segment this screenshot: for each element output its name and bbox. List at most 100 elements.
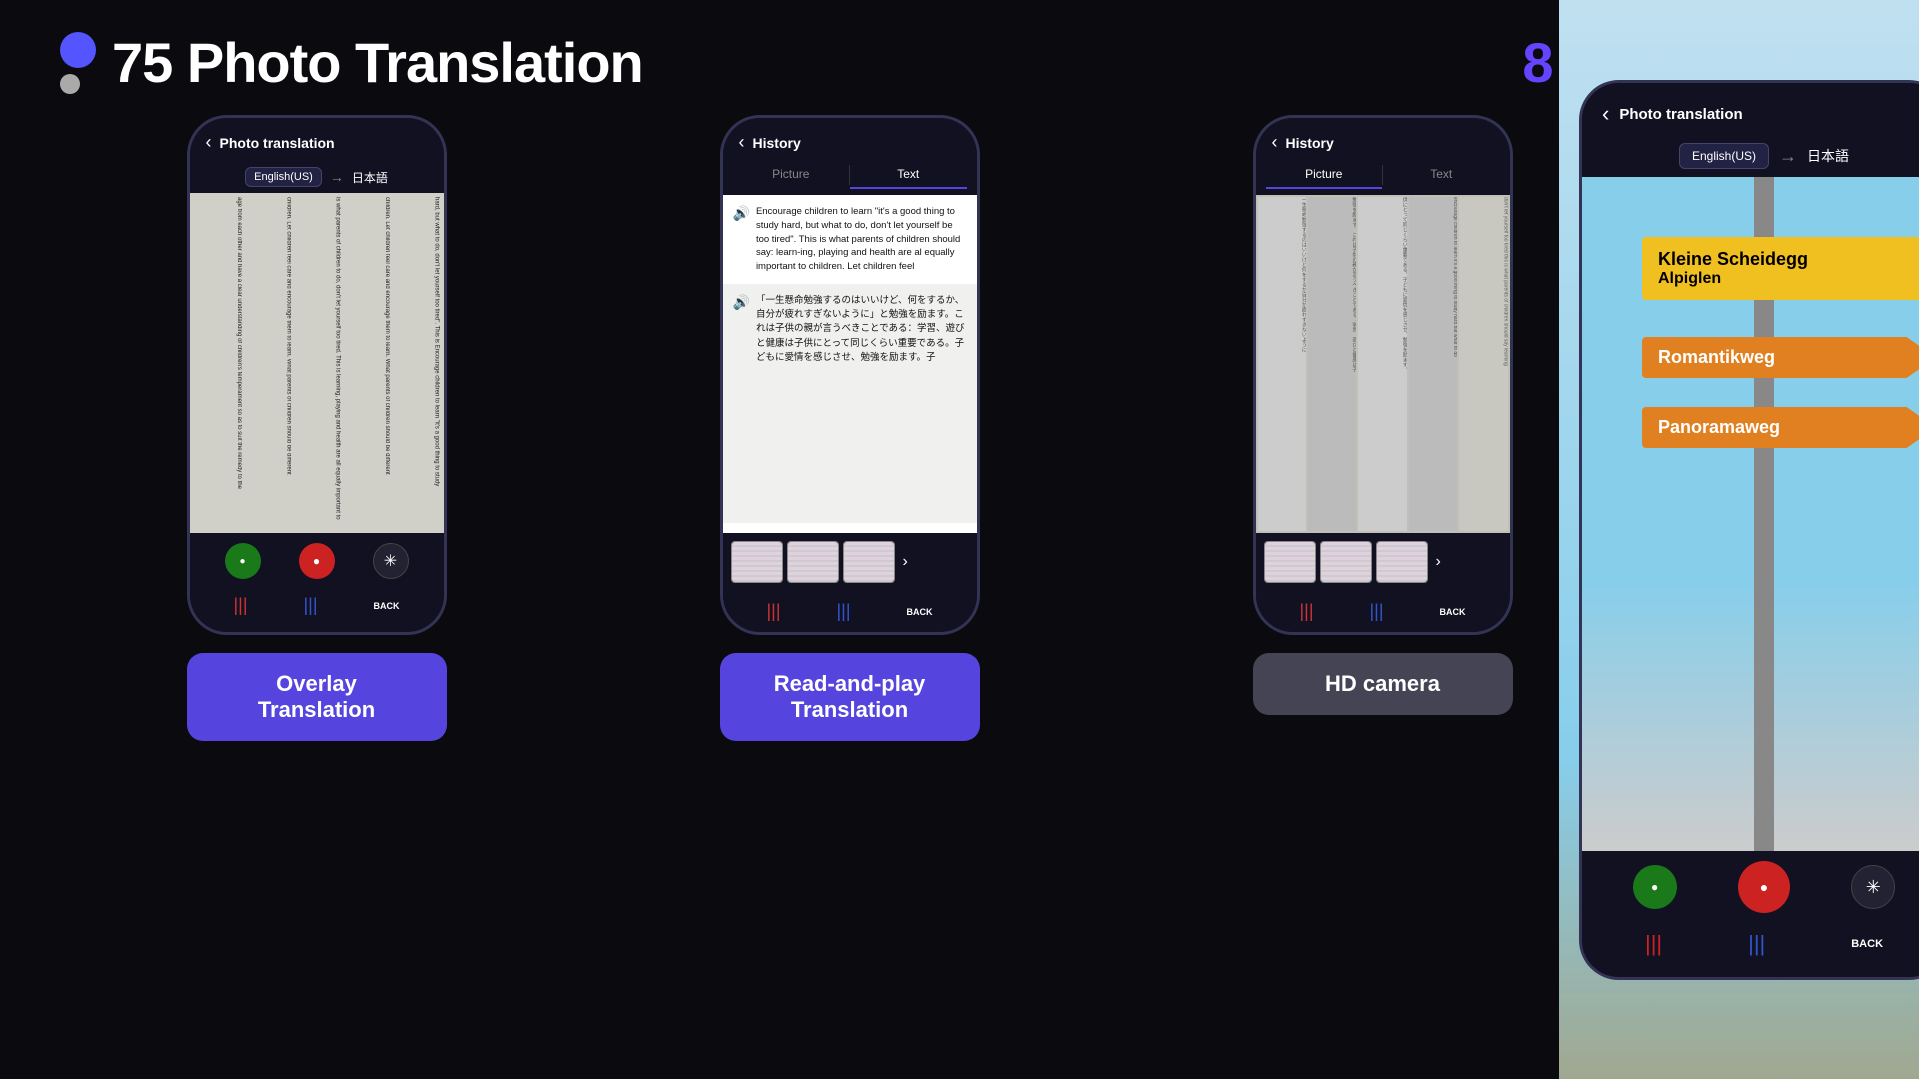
large-phone-bars1-icon[interactable]: |||: [1645, 931, 1662, 957]
phone2-text-content: 🔊 Encourage children to learn "it's a go…: [723, 195, 977, 533]
phone3-back-btn[interactable]: BACK: [1439, 607, 1465, 617]
sign-orange1-text: Romantikweg: [1658, 347, 1919, 368]
phone1-footer: ||| ||| BACK: [190, 589, 444, 632]
logo-icon: [60, 32, 96, 94]
phone3-title: History: [1286, 135, 1334, 151]
phone3-label-text: HD camera: [1325, 671, 1440, 696]
phone1-lang-to: 日本語: [352, 169, 388, 186]
phone2-controls: ||| ||| BACK: [723, 591, 977, 632]
phone1-label: OverlayTranslation: [187, 653, 447, 741]
phone3-back-arrow[interactable]: ‹: [1272, 132, 1278, 153]
sign-text-2: Alpiglen: [1658, 270, 1919, 288]
phone2-sound-icon[interactable]: 🔊: [733, 205, 750, 274]
sign-orange1: Romantikweg: [1642, 337, 1919, 378]
phone3-bars2-icon[interactable]: |||: [1369, 601, 1383, 622]
sign-background: Kleine Scheidegg Alpiglen Romantikweg Pa…: [1582, 177, 1919, 851]
large-phone-content: Kleine Scheidegg Alpiglen Romantikweg Pa…: [1582, 177, 1919, 851]
sign-yellow: Kleine Scheidegg Alpiglen: [1642, 237, 1919, 300]
phone2-label-text: Read-and-playTranslation: [774, 671, 926, 722]
large-phone-footer: ||| ||| BACK: [1582, 923, 1919, 977]
phone2-tabs: Picture Text: [723, 161, 977, 195]
large-phone-sparkle-btn[interactable]: ✳: [1851, 865, 1895, 909]
phone3-header: ‹ History: [1256, 118, 1510, 161]
large-phone: ‹ Photo translation English(US) → 日本語 Kl…: [1579, 80, 1919, 980]
phone3-thumb1[interactable]: [1264, 541, 1316, 583]
phone2-thumb1[interactable]: [731, 541, 783, 583]
phone3-tab-picture[interactable]: Picture: [1266, 161, 1383, 189]
phone2-title: History: [753, 135, 801, 151]
phone1-label-text: OverlayTranslation: [258, 671, 375, 722]
phone2-label: Read-and-playTranslation: [720, 653, 980, 741]
phone2-card: ‹ History Picture Text 🔊 Encourage child…: [593, 115, 1106, 1064]
phone2-thumb-strip: ›: [723, 533, 977, 591]
phone1-red-btn[interactable]: ●: [299, 543, 335, 579]
large-phone-controls: ● ● ✳: [1582, 851, 1919, 923]
phone1-bars2-icon[interactable]: |||: [303, 595, 317, 616]
large-phone-title: Photo translation: [1619, 106, 1742, 123]
phone3-columns: 一生懸命勉強するのはいいけど何をするか自分が疲れすぎないように 勉強を励ます。こ…: [1256, 195, 1510, 533]
sign-orange2: Panoramaweg: [1642, 407, 1919, 448]
phone1-lang-bar: English(US) → 日本語: [190, 161, 444, 193]
header-left: 75 Photo Translation: [60, 30, 643, 95]
phone1-bars1-icon[interactable]: |||: [233, 595, 247, 616]
phone2-thumb3[interactable]: [843, 541, 895, 583]
phone1-green-btn[interactable]: ●: [225, 543, 261, 579]
phone1-inner: ‹ Photo translation English(US) → 日本語 ag…: [190, 118, 444, 632]
phone3-thumb3[interactable]: [1376, 541, 1428, 583]
large-phone-green-btn[interactable]: ●: [1633, 865, 1677, 909]
phone3-wrapper: ‹ History Picture Text 一生懸命勉強するのはいいけど何をす…: [1253, 115, 1513, 635]
phone3-inner: ‹ History Picture Text 一生懸命勉強するのはいいけど何をす…: [1256, 118, 1510, 632]
large-phone-lang-to: 日本語: [1807, 146, 1849, 166]
phone2-back-arrow[interactable]: ‹: [739, 132, 745, 153]
large-phone-back-btn[interactable]: BACK: [1851, 938, 1883, 950]
sign-orange2-text: Panoramaweg: [1658, 417, 1919, 438]
phone1-controls: ● ● ✳: [190, 533, 444, 589]
phone2-sound-icon2[interactable]: 🔊: [733, 294, 750, 513]
phone2-thumb2[interactable]: [787, 541, 839, 583]
phone3-tabs: Picture Text: [1256, 161, 1510, 195]
phone1-title: Photo translation: [220, 135, 335, 151]
phone1-back-arrow[interactable]: ‹: [206, 132, 212, 153]
phone2-en-block: 🔊 Encourage children to learn "it's a go…: [723, 195, 977, 274]
large-phone-bars2-icon[interactable]: |||: [1748, 931, 1765, 957]
phone1-header: ‹ Photo translation: [190, 118, 444, 161]
right-section: ‹ Photo translation English(US) → 日本語 Kl…: [1559, 0, 1919, 1079]
phone2-tab-picture[interactable]: Picture: [733, 161, 850, 189]
phone3-label: HD camera: [1253, 653, 1513, 715]
phone2-tab-text[interactable]: Text: [850, 161, 967, 189]
phone1-lang-from[interactable]: English(US): [245, 167, 322, 187]
phone3-thumb2[interactable]: [1320, 541, 1372, 583]
dot-small: [60, 74, 80, 94]
phone2-header: ‹ History: [723, 118, 977, 161]
sparkle-icon: ✳: [384, 551, 397, 571]
phone2-bars1-icon[interactable]: |||: [766, 601, 780, 622]
phone2-thumb-arrow[interactable]: ›: [903, 553, 908, 571]
phone2-jp-block: 🔊 「一生懸命勉強するのはいいけど、何をするか、自分が疲れすぎないように」と勉強…: [723, 284, 977, 523]
phone3-thumb-arrow[interactable]: ›: [1436, 553, 1441, 571]
phone2-inner: ‹ History Picture Text 🔊 Encourage child…: [723, 118, 977, 632]
phone2-back-btn[interactable]: BACK: [906, 607, 932, 617]
large-phone-lang-arrow: →: [1779, 146, 1797, 167]
phone3-bars1-icon[interactable]: |||: [1299, 601, 1313, 622]
large-phone-lang-bar: English(US) → 日本語: [1582, 135, 1919, 177]
phone3-controls: ||| ||| BACK: [1256, 591, 1510, 632]
phone2-wrapper: ‹ History Picture Text 🔊 Encourage child…: [720, 115, 980, 635]
phone2-jp-text: 「一生懸命勉強するのはいいけど、何をするか、自分が疲れすぎないように」と勉強を励…: [756, 294, 967, 513]
phone1-content: age from each other and have a clear und…: [190, 193, 444, 533]
header-title: 75 Photo Translation: [112, 30, 643, 95]
phone2-en-text: Encourage children to learn "it's a good…: [756, 205, 967, 274]
phone3-content: 一生懸命勉強するのはいいけど何をするか自分が疲れすぎないように 勉強を励ます。こ…: [1256, 195, 1510, 533]
large-phone-back-arrow[interactable]: ‹: [1602, 101, 1609, 127]
phone3-thumb-strip: ›: [1256, 533, 1510, 591]
large-phone-lang-from[interactable]: English(US): [1679, 143, 1769, 169]
dot-large: [60, 32, 96, 68]
phone1-sparkle-btn[interactable]: ✳: [373, 543, 409, 579]
phone3-tab-text[interactable]: Text: [1383, 161, 1500, 189]
large-phone-header: ‹ Photo translation: [1582, 83, 1919, 135]
phone2-bars2-icon[interactable]: |||: [836, 601, 850, 622]
phone1-back-btn[interactable]: BACK: [373, 601, 399, 611]
phone1-wrapper: ‹ Photo translation English(US) → 日本語 ag…: [187, 115, 447, 635]
phone1-lang-arrow: →: [330, 169, 344, 185]
sign-text-1: Kleine Scheidegg: [1658, 249, 1919, 270]
large-phone-red-btn[interactable]: ●: [1738, 861, 1790, 913]
